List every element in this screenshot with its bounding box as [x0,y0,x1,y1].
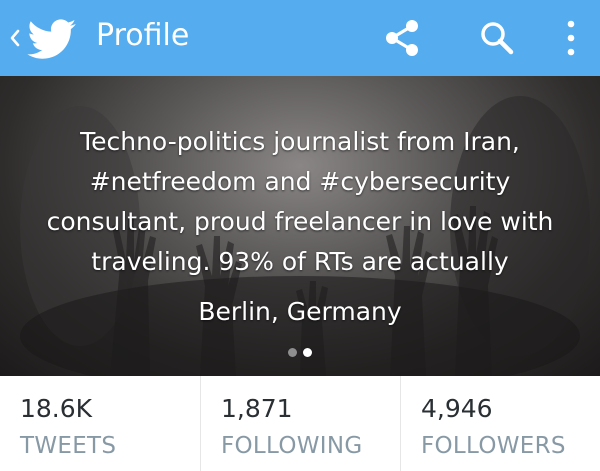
profile-bio: Techno-politics journalist from Iran, #n… [46,127,554,276]
profile-location: Berlin, Germany [198,297,402,326]
stat-followers[interactable]: 4,946 FOLLOWERS [400,376,600,471]
stat-following[interactable]: 1,871 FOLLOWING [200,376,400,471]
profile-stats: 18.6K TWEETS 1,871 FOLLOWING 4,946 FOLLO… [0,376,600,471]
carousel-dot[interactable] [288,347,297,357]
back-chevron-icon[interactable] [6,24,24,52]
stat-value: 18.6K [20,394,93,423]
carousel-dot-active[interactable] [303,347,312,357]
stat-label: FOLLOWERS [421,433,566,459]
more-vertical-icon[interactable] [556,14,586,62]
twitter-bird-icon[interactable] [26,19,78,59]
app-header: Profile [0,0,600,76]
carousel-indicator [0,346,600,358]
stat-tweets[interactable]: 18.6K TWEETS [0,376,200,471]
stat-label: FOLLOWING [221,433,363,459]
stat-label: TWEETS [20,433,117,459]
stat-value: 4,946 [421,394,493,423]
search-icon[interactable] [475,14,519,62]
profile-header-image[interactable]: Techno-politics journalist from Iran, #n… [0,76,600,376]
share-icon[interactable] [380,14,424,62]
stat-value: 1,871 [221,394,293,423]
page-title: Profile [96,18,190,53]
